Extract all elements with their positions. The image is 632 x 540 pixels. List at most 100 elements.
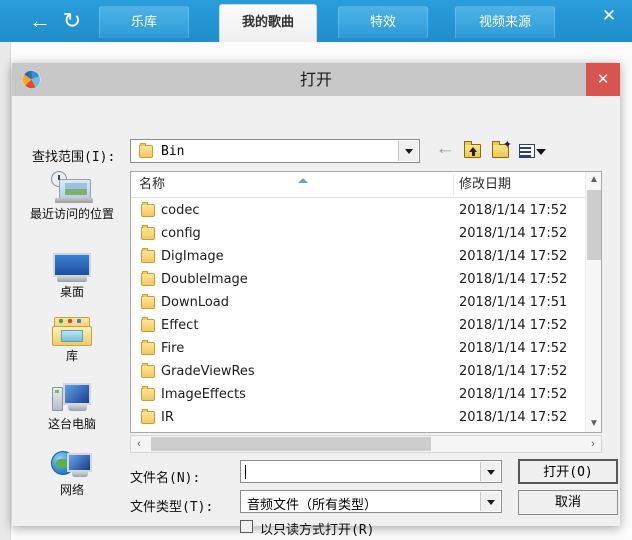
arrow-left-icon[interactable]: ←: [26, 7, 54, 35]
scrollbar-thumb[interactable]: [587, 190, 601, 260]
folder-icon: [141, 296, 155, 309]
file-list-header: 名称 修改日期: [131, 172, 601, 198]
table-row[interactable]: Effect 2018/1/14 17:52: [131, 314, 585, 337]
file-date: 2018/1/14 17:52: [459, 222, 567, 245]
open-button[interactable]: 打开(O): [518, 459, 618, 484]
chevron-down-icon[interactable]: [536, 149, 546, 155]
place-libraries[interactable]: 库: [22, 317, 122, 363]
this-pc-icon: [52, 383, 92, 415]
table-row[interactable]: IR 2018/1/14 17:52: [131, 406, 585, 429]
folder-icon: [141, 342, 155, 355]
tab-effects[interactable]: 特效: [338, 6, 428, 38]
dialog-title: 打开: [12, 63, 620, 96]
new-folder-icon[interactable]: ✦: [490, 141, 512, 161]
look-in-combobox[interactable]: Bin: [130, 139, 420, 163]
reload-icon[interactable]: ↻: [58, 7, 86, 35]
folder-icon: [141, 227, 155, 240]
back-icon[interactable]: [434, 141, 456, 161]
file-date: 2018/1/14 17:52: [459, 406, 567, 429]
readonly-checkbox[interactable]: [240, 520, 253, 533]
dialog-body: 查找范围(I): Bin ✦: [12, 96, 620, 526]
libraries-icon: [52, 317, 92, 347]
scrollbar-thumb[interactable]: [151, 437, 431, 451]
table-row[interactable]: codec 2018/1/14 17:52: [131, 199, 585, 222]
file-name-input[interactable]: [240, 460, 502, 483]
file-name-label: 文件名(N):: [130, 467, 200, 486]
app-left-rail: [0, 42, 11, 540]
place-label: 桌面: [22, 285, 122, 299]
desktop-icon: [53, 253, 91, 283]
place-recent-locations[interactable]: 最近访问的位置: [22, 171, 122, 221]
look-in-value: Bin: [161, 144, 184, 159]
place-label: 网络: [22, 483, 122, 497]
place-label: 库: [22, 349, 122, 363]
file-name: DigImage: [161, 245, 224, 268]
file-name: DownLoad: [161, 291, 229, 314]
folder-icon: [141, 388, 155, 401]
table-row[interactable]: DigImage 2018/1/14 17:52: [131, 245, 585, 268]
cancel-button[interactable]: 取消: [518, 490, 618, 515]
table-row[interactable]: GradeViewRes 2018/1/14 17:52: [131, 360, 585, 383]
file-date: 2018/1/14 17:51: [459, 291, 567, 314]
chevron-left-icon[interactable]: ‹: [131, 436, 147, 452]
chevron-up-icon[interactable]: ▲: [586, 172, 602, 188]
table-row[interactable]: DownLoad 2018/1/14 17:51: [131, 291, 585, 314]
folder-icon: [141, 250, 155, 263]
file-name: ImageEffects: [161, 383, 246, 406]
file-name: GradeViewRes: [161, 360, 255, 383]
places-bar: 最近访问的位置 桌面 库: [22, 171, 122, 491]
chevron-down-icon[interactable]: [480, 492, 500, 511]
place-desktop[interactable]: 桌面: [22, 253, 122, 299]
file-type-label: 文件类型(T):: [130, 496, 213, 515]
app-close-button[interactable]: ✕: [596, 4, 622, 28]
dialog-close-button[interactable]: ✕: [586, 63, 620, 96]
app-titlebar: ← ↻ 乐库 我的歌曲 特效 视频来源 ✕: [0, 0, 632, 42]
sort-ascending-icon: [298, 178, 308, 183]
folder-icon: [141, 411, 155, 424]
place-this-pc[interactable]: 这台电脑: [22, 383, 122, 431]
file-type-combobox[interactable]: 音频文件（所有类型）: [240, 490, 502, 513]
column-header-date[interactable]: 修改日期: [459, 172, 511, 198]
table-row[interactable]: config 2018/1/14 17:52: [131, 222, 585, 245]
file-name: config: [161, 222, 201, 245]
open-file-dialog: 打开 ✕ 查找范围(I): Bin ✦: [12, 63, 620, 526]
up-folder-icon[interactable]: [462, 141, 484, 161]
chevron-down-icon[interactable]: ▼: [586, 416, 602, 432]
tab-video-source[interactable]: 视频来源: [455, 6, 555, 38]
dialog-titlebar[interactable]: 打开 ✕: [12, 63, 620, 96]
file-name: Fire: [161, 337, 184, 360]
chevron-down-icon[interactable]: [480, 462, 500, 481]
column-separator[interactable]: [453, 175, 454, 195]
file-date: 2018/1/14 17:52: [459, 199, 567, 222]
table-row[interactable]: DoubleImage 2018/1/14 17:52: [131, 268, 585, 291]
file-list[interactable]: 名称 修改日期 codec 2018/1/14 17:52 config 201…: [130, 171, 602, 433]
place-label: 这台电脑: [22, 417, 122, 431]
file-date: 2018/1/14 17:52: [459, 268, 567, 291]
place-network[interactable]: 网络: [22, 449, 122, 497]
table-row[interactable]: Fire 2018/1/14 17:52: [131, 337, 585, 360]
folder-icon: [141, 365, 155, 378]
text-caret: [245, 465, 246, 479]
readonly-label: 以只读方式打开(R): [260, 519, 374, 538]
file-name: IR: [161, 406, 174, 429]
file-date: 2018/1/14 17:52: [459, 314, 567, 337]
vertical-scrollbar[interactable]: ▲ ▼: [585, 172, 601, 432]
chevron-right-icon[interactable]: ›: [585, 436, 601, 452]
views-icon[interactable]: [518, 141, 540, 161]
file-name: DoubleImage: [161, 268, 248, 291]
table-row[interactable]: ImageEffects 2018/1/14 17:52: [131, 383, 585, 406]
chevron-down-icon[interactable]: [398, 141, 418, 161]
tab-music-library[interactable]: 乐库: [99, 6, 189, 38]
folder-icon: [141, 273, 155, 286]
folder-icon: [141, 319, 155, 332]
look-in-label: 查找范围(I):: [32, 146, 115, 165]
tab-my-songs[interactable]: 我的歌曲: [219, 4, 317, 42]
network-icon: [51, 449, 93, 481]
place-label: 最近访问的位置: [22, 207, 122, 221]
recent-places-icon: [51, 171, 93, 205]
column-header-name[interactable]: 名称: [139, 172, 165, 198]
horizontal-scrollbar[interactable]: ‹ ›: [130, 435, 602, 453]
file-name: codec: [161, 199, 200, 222]
screen-root: ← ↻ 乐库 我的歌曲 特效 视频来源 ✕ 默认列表 搜索列表中的歌曲: [0, 0, 632, 540]
folder-icon: [139, 145, 153, 158]
